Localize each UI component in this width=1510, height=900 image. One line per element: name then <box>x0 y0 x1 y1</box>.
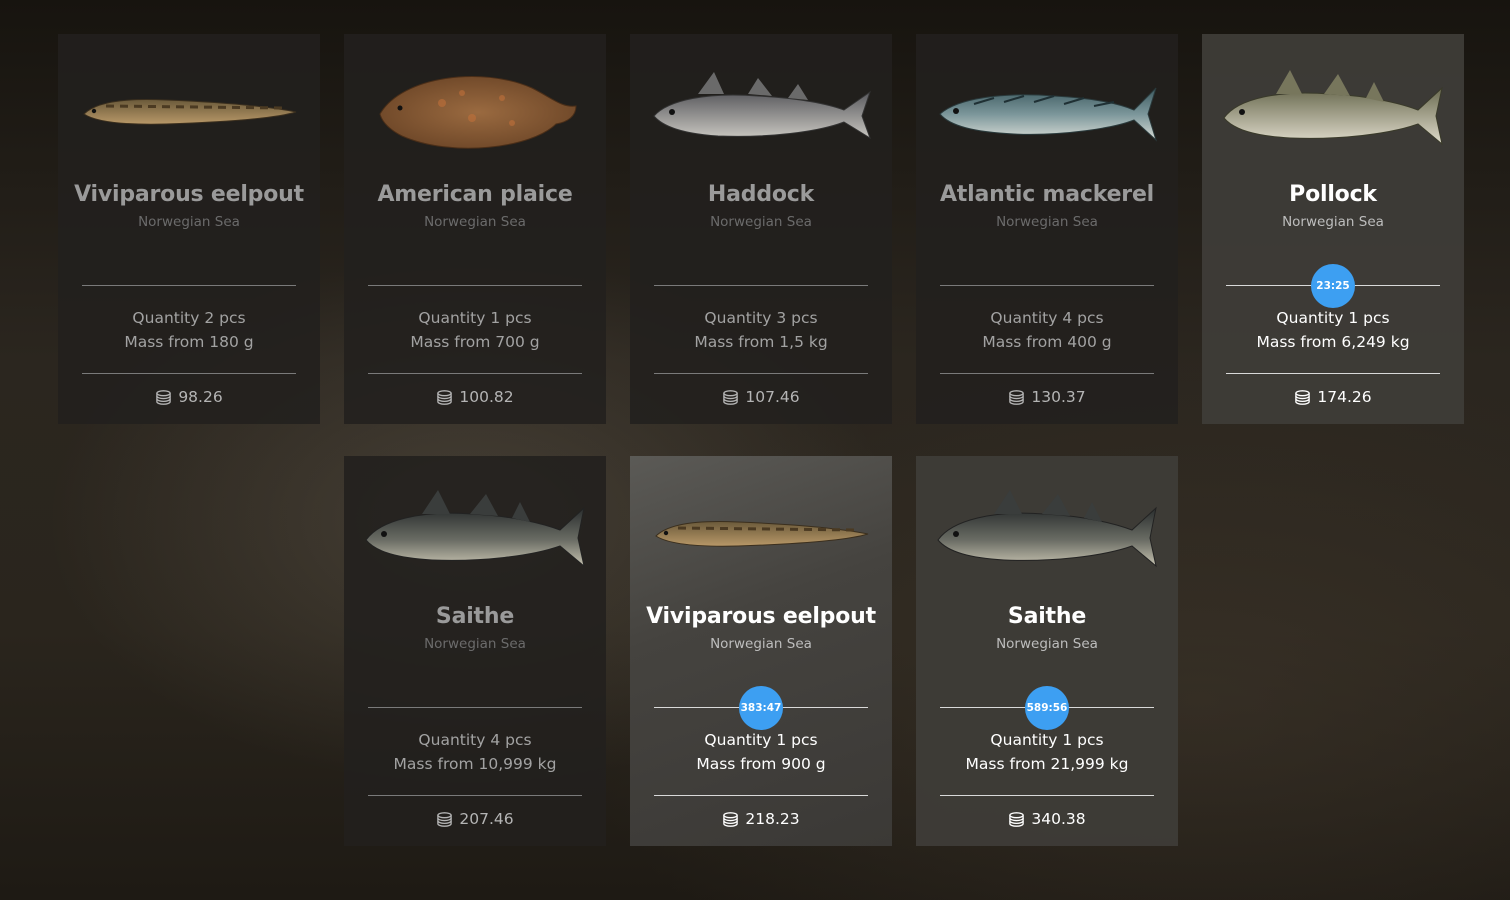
divider <box>368 373 582 374</box>
price-value: 130.37 <box>1031 388 1086 406</box>
price-value: 107.46 <box>745 388 800 406</box>
coins-icon <box>155 389 172 406</box>
divider <box>940 795 1154 796</box>
fish-card[interactable]: Viviparous eelpout Norwegian Sea Quantit… <box>58 34 320 424</box>
coins-icon <box>1008 811 1025 828</box>
fish-card[interactable]: Atlantic mackerel Norwegian Sea Quantity… <box>916 34 1178 424</box>
reward: 174.26 <box>1202 388 1464 406</box>
fish-name: Viviparous eelpout <box>646 604 876 629</box>
reward: 100.82 <box>344 388 606 406</box>
price-value: 207.46 <box>459 810 514 828</box>
mass-label: Mass from 900 g <box>696 755 826 773</box>
fish-region: Norwegian Sea <box>996 214 1098 230</box>
reward: 207.46 <box>344 810 606 828</box>
pollock-icon <box>1220 58 1446 162</box>
haddock-icon <box>648 58 874 162</box>
coins-icon <box>1294 389 1311 406</box>
quantity-label: Quantity 1 pcs <box>704 731 818 749</box>
timer-badge: 23:25 <box>1311 264 1355 308</box>
fish-card[interactable]: American plaice Norwegian Sea Quantity 1… <box>344 34 606 424</box>
coins-icon <box>436 389 453 406</box>
price-value: 174.26 <box>1317 388 1372 406</box>
fish-name: Atlantic mackerel <box>939 182 1155 207</box>
fish-card[interactable]: Saithe Norwegian Sea Quantity 4 pcs Mass… <box>344 456 606 846</box>
quantity-label: Quantity 1 pcs <box>990 731 1104 749</box>
fish-name: Pollock <box>1289 182 1377 207</box>
divider <box>654 285 868 286</box>
mass-label: Mass from 21,999 kg <box>965 755 1129 773</box>
price-value: 100.82 <box>459 388 514 406</box>
mackerel-icon <box>934 58 1160 162</box>
divider <box>368 795 582 796</box>
quantity-label: Quantity 4 pcs <box>990 309 1104 327</box>
quantity-label: Quantity 2 pcs <box>132 309 246 327</box>
fish-card[interactable]: Pollock Norwegian Sea 23:25 Quantity 1 p… <box>1202 34 1464 424</box>
divider <box>368 707 582 708</box>
coins-icon <box>1008 389 1025 406</box>
coins-icon <box>722 389 739 406</box>
timer-badge: 383:47 <box>739 686 783 730</box>
mass-label: Mass from 700 g <box>410 333 540 351</box>
divider <box>940 285 1154 286</box>
fish-region: Norwegian Sea <box>996 636 1098 652</box>
mass-label: Mass from 180 g <box>124 333 254 351</box>
fish-region: Norwegian Sea <box>710 636 812 652</box>
eelpout-icon <box>648 480 874 584</box>
timer-badge: 589:56 <box>1025 686 1069 730</box>
quantity-label: Quantity 1 pcs <box>418 309 532 327</box>
fish-region: Norwegian Sea <box>1282 214 1384 230</box>
divider <box>654 373 868 374</box>
fish-card[interactable]: Haddock Norwegian Sea Quantity 3 pcs Mas… <box>630 34 892 424</box>
fish-name: Viviparous eelpout <box>74 182 304 207</box>
fish-name: American plaice <box>377 182 573 207</box>
reward: 130.37 <box>916 388 1178 406</box>
coins-icon <box>436 811 453 828</box>
plaice-icon <box>362 58 588 162</box>
price-value: 340.38 <box>1031 810 1086 828</box>
quantity-label: Quantity 4 pcs <box>418 731 532 749</box>
fish-name: Haddock <box>707 182 815 207</box>
reward: 340.38 <box>916 810 1178 828</box>
divider <box>368 285 582 286</box>
divider <box>82 285 296 286</box>
fish-region: Norwegian Sea <box>710 214 812 230</box>
reward: 218.23 <box>630 810 892 828</box>
fish-region: Norwegian Sea <box>138 214 240 230</box>
eelpout-icon <box>76 58 302 162</box>
fish-card[interactable]: Viviparous eelpout Norwegian Sea 383:47 … <box>630 456 892 846</box>
divider <box>82 373 296 374</box>
fish-card[interactable]: Saithe Norwegian Sea 589:56 Quantity 1 p… <box>916 456 1178 846</box>
mass-label: Mass from 10,999 kg <box>393 755 557 773</box>
divider <box>654 795 868 796</box>
quantity-label: Quantity 3 pcs <box>704 309 818 327</box>
fish-region: Norwegian Sea <box>424 214 526 230</box>
price-value: 218.23 <box>745 810 800 828</box>
price-value: 98.26 <box>178 388 223 406</box>
divider <box>940 373 1154 374</box>
quantity-label: Quantity 1 pcs <box>1276 309 1390 327</box>
saithe-icon <box>362 480 588 584</box>
coins-icon <box>722 811 739 828</box>
mass-label: Mass from 400 g <box>982 333 1112 351</box>
fish-name: Saithe <box>1007 604 1087 629</box>
reward: 98.26 <box>58 388 320 406</box>
saithe-icon <box>934 480 1160 584</box>
mass-label: Mass from 6,249 kg <box>1256 333 1410 351</box>
divider <box>1226 373 1440 374</box>
fish-name: Saithe <box>435 604 515 629</box>
mass-label: Mass from 1,5 kg <box>694 333 828 351</box>
reward: 107.46 <box>630 388 892 406</box>
fish-region: Norwegian Sea <box>424 636 526 652</box>
